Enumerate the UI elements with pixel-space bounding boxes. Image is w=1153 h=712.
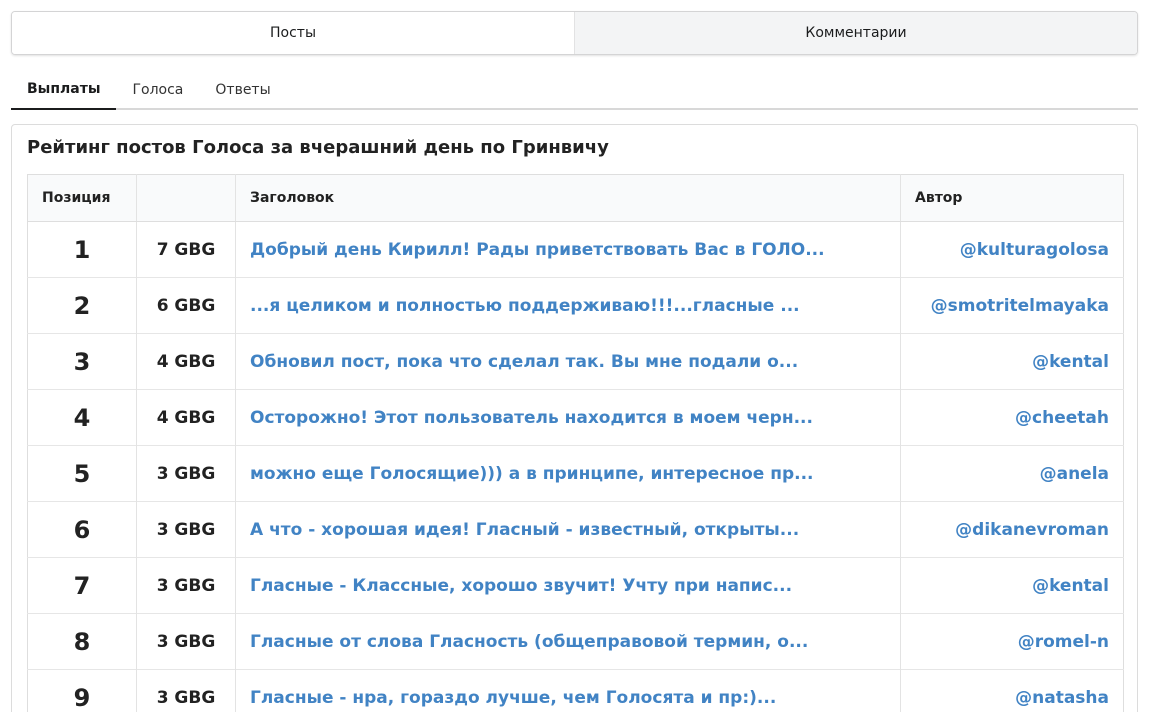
author-cell: @romel-n xyxy=(900,613,1124,670)
author-link[interactable]: @cheetah xyxy=(1015,408,1109,428)
column-header-payout xyxy=(136,174,236,222)
column-header-position: Позиция xyxy=(27,174,137,222)
author-link[interactable]: @kulturagolosa xyxy=(960,240,1109,260)
author-link[interactable]: @kental xyxy=(1032,576,1109,596)
title-cell: Гласные от слова Гласность (общеправовой… xyxy=(235,613,901,670)
position-cell: 9 xyxy=(27,669,137,712)
title-cell: А что - хорошая идея! Гласный - известны… xyxy=(235,501,901,558)
author-cell: @dikanevroman xyxy=(900,501,1124,558)
title-cell: Обновил пост, пока что сделал так. Вы мн… xyxy=(235,333,901,390)
position-cell: 6 xyxy=(27,501,137,558)
position-cell: 2 xyxy=(27,277,137,334)
post-title-link[interactable]: Обновил пост, пока что сделал так. Вы мн… xyxy=(250,352,886,372)
title-cell: ...я целиком и полностью поддерживаю!!!.… xyxy=(235,277,901,334)
table-row: 6 3 GBG А что - хорошая идея! Гласный - … xyxy=(27,501,1124,558)
author-link[interactable]: @smotritelmayaka xyxy=(931,296,1109,316)
author-cell: @smotritelmayaka xyxy=(900,277,1124,334)
table-row: 1 7 GBG Добрый день Кирилл! Рады приветс… xyxy=(27,221,1124,278)
rating-card: Рейтинг постов Голоса за вчерашний день … xyxy=(11,124,1138,712)
post-title-link[interactable]: Добрый день Кирилл! Рады приветствовать … xyxy=(250,240,886,260)
payout-cell: 3 GBG xyxy=(136,557,236,614)
content-type-tabs: Посты Комментарии xyxy=(11,11,1138,55)
position-cell: 5 xyxy=(27,445,137,502)
author-cell: @kulturagolosa xyxy=(900,221,1124,278)
tab-comments[interactable]: Комментарии xyxy=(574,12,1137,54)
card-title: Рейтинг постов Голоса за вчерашний день … xyxy=(27,137,609,158)
author-cell: @natasha xyxy=(900,669,1124,712)
payout-cell: 3 GBG xyxy=(136,669,236,712)
table-row: 3 4 GBG Обновил пост, пока что сделал та… xyxy=(27,333,1124,390)
column-header-title: Заголовок xyxy=(235,174,901,222)
post-title-link[interactable]: можно еще Голосящие))) а в принципе, инт… xyxy=(250,464,886,484)
table-row: 9 3 GBG Гласные - нра, гораздо лучше, че… xyxy=(27,669,1124,712)
post-title-link[interactable]: Гласные - нра, гораздо лучше, чем Голося… xyxy=(250,688,886,708)
payout-cell: 3 GBG xyxy=(136,613,236,670)
table-row: 4 4 GBG Осторожно! Этот пользователь нах… xyxy=(27,389,1124,446)
payout-cell: 3 GBG xyxy=(136,445,236,502)
author-cell: @cheetah xyxy=(900,389,1124,446)
payout-cell: 4 GBG xyxy=(136,389,236,446)
post-title-link[interactable]: А что - хорошая идея! Гласный - известны… xyxy=(250,520,886,540)
payout-cell: 4 GBG xyxy=(136,333,236,390)
table-row: 8 3 GBG Гласные от слова Гласность (обще… xyxy=(27,613,1124,670)
title-cell: Гласные - Классные, хорошо звучит! Учту … xyxy=(235,557,901,614)
tab-posts[interactable]: Посты xyxy=(12,12,574,54)
payout-cell: 6 GBG xyxy=(136,277,236,334)
tab-votes[interactable]: Голоса xyxy=(116,70,199,110)
rating-type-tabs: Выплаты Голоса Ответы xyxy=(11,70,1138,110)
table-row: 7 3 GBG Гласные - Классные, хорошо звучи… xyxy=(27,557,1124,614)
post-title-link[interactable]: ...я целиком и полностью поддерживаю!!!.… xyxy=(250,296,886,316)
position-cell: 4 xyxy=(27,389,137,446)
post-title-link[interactable]: Осторожно! Этот пользователь находится в… xyxy=(250,408,886,428)
rating-table: Позиция Заголовок Автор 1 7 GBG Добрый д… xyxy=(27,174,1124,712)
author-cell: @kental xyxy=(900,333,1124,390)
title-cell: можно еще Голосящие))) а в принципе, инт… xyxy=(235,445,901,502)
payout-cell: 7 GBG xyxy=(136,221,236,278)
post-title-link[interactable]: Гласные от слова Гласность (общеправовой… xyxy=(250,632,886,652)
tab-replies[interactable]: Ответы xyxy=(199,70,286,110)
table-row: 5 3 GBG можно еще Голосящие))) а в принц… xyxy=(27,445,1124,502)
payout-cell: 3 GBG xyxy=(136,501,236,558)
title-cell: Добрый день Кирилл! Рады приветствовать … xyxy=(235,221,901,278)
post-title-link[interactable]: Гласные - Классные, хорошо звучит! Учту … xyxy=(250,576,886,596)
table-header-row: Позиция Заголовок Автор xyxy=(27,174,1124,222)
position-cell: 1 xyxy=(27,221,137,278)
author-cell: @anela xyxy=(900,445,1124,502)
position-cell: 3 xyxy=(27,333,137,390)
author-link[interactable]: @kental xyxy=(1032,352,1109,372)
table-row: 2 6 GBG ...я целиком и полностью поддерж… xyxy=(27,277,1124,334)
page: Посты Комментарии Выплаты Голоса Ответы … xyxy=(0,0,1153,712)
author-link[interactable]: @natasha xyxy=(1015,688,1109,708)
column-header-author: Автор xyxy=(900,174,1124,222)
position-cell: 8 xyxy=(27,613,137,670)
title-cell: Осторожно! Этот пользователь находится в… xyxy=(235,389,901,446)
tab-payouts[interactable]: Выплаты xyxy=(11,70,117,110)
title-cell: Гласные - нра, гораздо лучше, чем Голося… xyxy=(235,669,901,712)
position-cell: 7 xyxy=(27,557,137,614)
author-link[interactable]: @dikanevroman xyxy=(955,520,1109,540)
author-link[interactable]: @anela xyxy=(1040,464,1109,484)
author-cell: @kental xyxy=(900,557,1124,614)
author-link[interactable]: @romel-n xyxy=(1018,632,1109,652)
